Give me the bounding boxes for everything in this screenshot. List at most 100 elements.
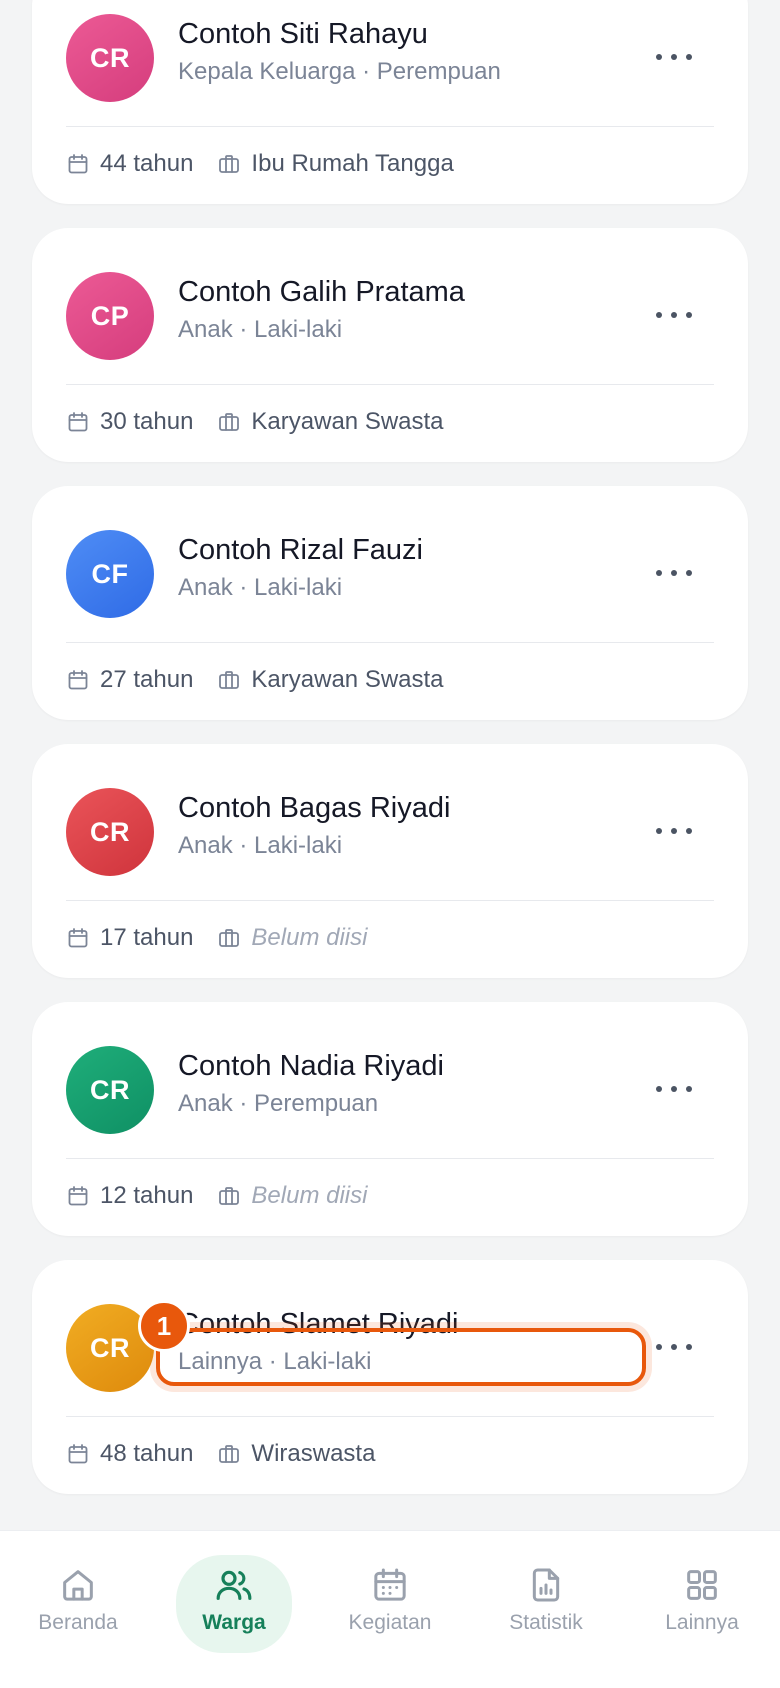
calendar-icon — [374, 1568, 406, 1601]
resident-age: 44 tahun — [100, 150, 194, 177]
more-dot — [671, 1344, 677, 1350]
more-dot — [686, 1344, 692, 1350]
grid-icon — [687, 1570, 717, 1600]
resident-name: Contoh Bagas Riyadi — [178, 792, 451, 824]
nav-label-beranda: Beranda — [38, 1611, 118, 1634]
resident-card[interactable]: CR Contoh Siti Rahayu Kepala Keluarga · Pe… — [32, 0, 748, 204]
more-dot — [656, 54, 662, 60]
resident-role-gender: Kepala Keluarga · Perempuan — [178, 58, 501, 85]
nav-label-statistik: Statistik — [509, 1611, 583, 1634]
annotation-step-badge: 1 — [138, 1300, 190, 1352]
calendar-icon — [68, 928, 88, 948]
card-divider — [66, 642, 714, 643]
more-options-button[interactable] — [656, 1074, 692, 1104]
chart-file-icon — [532, 1568, 560, 1602]
more-options-button[interactable] — [656, 300, 692, 330]
resident-card[interactable]: CP Contoh Galih Pratama Anak · Laki-laki 30… — [32, 228, 748, 462]
more-options-button[interactable] — [656, 1332, 692, 1362]
more-dot — [671, 828, 677, 834]
resident-name: Contoh Siti Rahayu — [178, 18, 428, 50]
calendar-icon — [68, 670, 88, 690]
card-divider — [66, 1158, 714, 1159]
nav-item-beranda[interactable]: Beranda — [20, 1559, 136, 1649]
more-options-button[interactable] — [656, 816, 692, 846]
calendar-icon — [68, 154, 88, 174]
more-dot — [686, 312, 692, 318]
resident-role-gender: Anak · Laki-laki — [178, 832, 343, 859]
resident-card[interactable]: CF Contoh Rizal Fauzi Anak · Laki-laki 27 t… — [32, 486, 748, 720]
briefcase-icon — [219, 929, 240, 947]
nav-label-warga: Warga — [202, 1611, 266, 1634]
app-screen: CR Contoh Siti Rahayu Kepala Keluarga · Pe… — [0, 0, 780, 1688]
card-divider — [66, 384, 714, 385]
card-divider — [66, 900, 714, 901]
resident-age: 30 tahun — [100, 408, 194, 435]
nav-item-warga[interactable]: Warga — [176, 1559, 292, 1649]
resident-occupation: Belum diisi — [251, 1182, 368, 1209]
resident-meta: 44 tahun Ibu Rumah Tangga — [66, 136, 454, 192]
resident-card[interactable]: CR Contoh Slamet Riyadi Lainnya · Laki-lak… — [32, 1260, 748, 1494]
resident-name: Contoh Rizal Fauzi — [178, 534, 423, 566]
avatar: CP — [66, 272, 154, 360]
more-dot — [671, 54, 677, 60]
more-options-button[interactable] — [656, 558, 692, 588]
bottom-navigation: Beranda Warga Kegiatan Statistik Lainnya — [0, 1530, 780, 1688]
briefcase-icon — [219, 1187, 240, 1205]
more-dot — [656, 1344, 662, 1350]
briefcase-icon — [219, 155, 240, 173]
resident-role-gender: Anak · Perempuan — [178, 1090, 379, 1117]
nav-label-kegiatan: Kegiatan — [348, 1611, 432, 1634]
resident-occupation: Ibu Rumah Tangga — [251, 150, 454, 177]
more-dot — [686, 570, 692, 576]
more-dot — [671, 1086, 677, 1092]
more-dot — [656, 1086, 662, 1092]
home-icon — [63, 1570, 93, 1601]
briefcase-icon — [219, 1445, 240, 1463]
resident-meta: 48 tahun Wiraswasta — [66, 1426, 375, 1482]
resident-meta: 27 tahun Karyawan Swasta — [66, 652, 444, 708]
resident-occupation: Wiraswasta — [251, 1440, 376, 1467]
resident-name: Contoh Galih Pratama — [178, 276, 465, 308]
calendar-icon — [68, 412, 88, 432]
avatar: CR — [66, 1046, 154, 1134]
resident-age: 27 tahun — [100, 666, 194, 693]
resident-age: 12 tahun — [100, 1182, 194, 1209]
more-dot — [686, 828, 692, 834]
more-dot — [656, 828, 662, 834]
resident-card[interactable]: CR Contoh Bagas Riyadi Anak · Laki-laki 17 … — [32, 744, 748, 978]
nav-label-lainnya: Lainnya — [665, 1611, 739, 1634]
briefcase-icon — [219, 413, 240, 431]
calendar-icon — [68, 1186, 88, 1206]
nav-item-lainnya[interactable]: Lainnya — [644, 1559, 760, 1649]
resident-meta: 17 tahun Belum diisi — [66, 910, 367, 966]
resident-age: 17 tahun — [100, 924, 194, 951]
more-dot — [671, 570, 677, 576]
resident-role-gender: Anak · Laki-laki — [178, 316, 343, 343]
more-dot — [686, 1086, 692, 1092]
resident-meta: 12 tahun Belum diisi — [66, 1168, 367, 1224]
annotation-highlight-box — [156, 1328, 646, 1386]
more-dot — [656, 312, 662, 318]
card-divider — [66, 1416, 714, 1417]
calendar-icon — [68, 1444, 88, 1464]
resident-occupation: Karyawan Swasta — [251, 408, 444, 435]
resident-meta: 30 tahun Karyawan Swasta — [66, 394, 444, 450]
users-icon — [216, 1570, 252, 1600]
avatar: CF — [66, 530, 154, 618]
resident-card[interactable]: CR Contoh Nadia Riyadi Anak · Perempuan 12 … — [32, 1002, 748, 1236]
more-options-button[interactable] — [656, 42, 692, 72]
resident-age: 48 tahun — [100, 1440, 194, 1467]
avatar: CR — [66, 14, 154, 102]
nav-item-kegiatan[interactable]: Kegiatan — [332, 1559, 448, 1649]
resident-occupation: Belum diisi — [251, 924, 368, 951]
nav-item-statistik[interactable]: Statistik — [488, 1559, 604, 1649]
card-divider — [66, 126, 714, 127]
avatar: CR — [66, 788, 154, 876]
more-dot — [686, 54, 692, 60]
briefcase-icon — [219, 671, 240, 689]
more-dot — [671, 312, 677, 318]
resident-role-gender: Anak · Laki-laki — [178, 574, 343, 601]
resident-occupation: Karyawan Swasta — [251, 666, 444, 693]
more-dot — [656, 570, 662, 576]
resident-name: Contoh Nadia Riyadi — [178, 1050, 444, 1082]
